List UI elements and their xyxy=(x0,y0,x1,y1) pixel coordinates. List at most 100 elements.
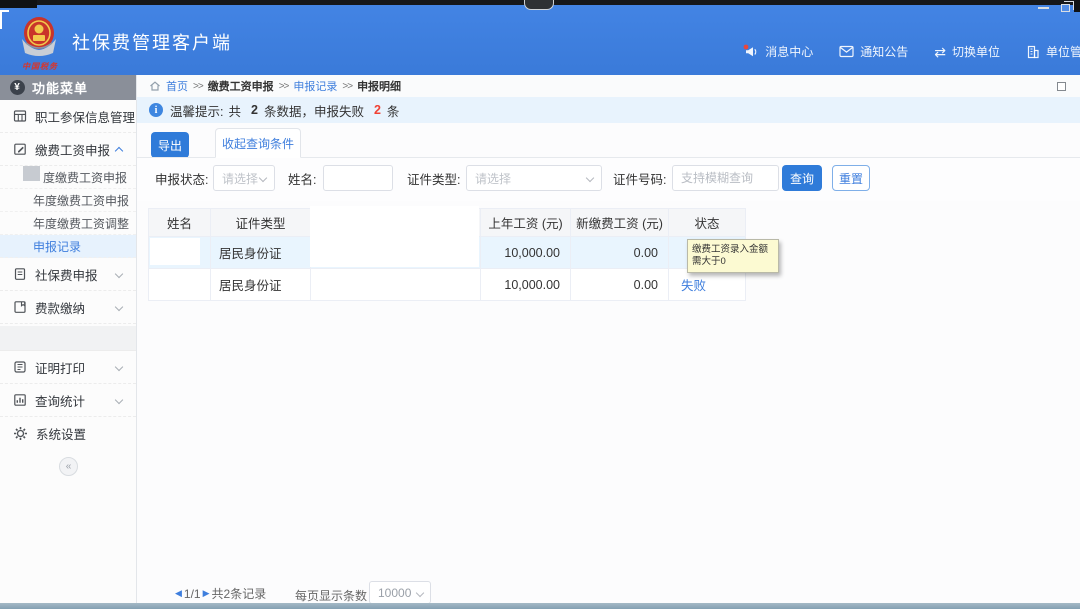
chevron-down-icon xyxy=(114,362,124,372)
sidebar-subitem-annual-salary-adjustment[interactable]: 年度缴费工资调整 xyxy=(0,212,136,235)
notice-bar: i 温馨提示: 共 2 条数据，申报失败 2 条 xyxy=(137,97,1080,123)
notice-bulletin-button[interactable]: 通知公告 xyxy=(839,43,908,60)
switch-unit-label: 切换单位 xyxy=(951,45,1000,59)
sidebar-item-certificate-printing[interactable]: 证明打印 xyxy=(0,351,136,384)
expand-icon[interactable] xyxy=(1057,82,1066,91)
screen-artifact-topright xyxy=(1074,0,1080,12)
breadcrumb-separator: >> xyxy=(193,80,204,92)
message-center-button[interactable]: 消息中心 xyxy=(743,43,813,60)
col-header-cert-type: 证件类型 xyxy=(210,208,311,237)
status-select[interactable]: 请选择 xyxy=(213,165,275,191)
chevron-down-icon xyxy=(415,588,425,598)
fail-status-link[interactable]: 失败 xyxy=(681,279,706,293)
table-row[interactable]: 居民身份证 10,000.00 0.00 失败 xyxy=(148,268,746,301)
name-input[interactable] xyxy=(323,165,393,191)
notice-bulletin-label: 通知公告 xyxy=(860,45,909,59)
gear-icon xyxy=(14,427,27,440)
next-page-icon[interactable]: ▶ xyxy=(203,588,210,599)
breadcrumb-home[interactable]: 首页 xyxy=(166,78,188,94)
sidebar-item-system-settings[interactable]: 系统设置 xyxy=(0,417,136,450)
sidebar-item-social-insurance-declaration[interactable]: 社保费申报 xyxy=(0,258,136,291)
breadcrumb-declaration-detail: 申报明细 xyxy=(357,81,402,93)
status-filter-label: 申报状态: xyxy=(155,172,209,187)
pagination-info: ◀ 1/1 ▶ 共2条记录 xyxy=(175,585,266,602)
reset-button[interactable]: 重置 xyxy=(832,165,870,191)
page-size-select[interactable]: 10000 xyxy=(369,581,431,604)
badge-dot xyxy=(743,44,749,50)
col-header-status: 状态 xyxy=(668,208,746,237)
redaction-box xyxy=(150,238,200,265)
cell-cert-type: 居民身份证 xyxy=(210,236,311,269)
yuan-circle-icon: ¥ xyxy=(10,80,25,95)
document-icon xyxy=(14,268,26,280)
status-tooltip: 缴费工资录入金额需大于0 xyxy=(687,239,779,273)
col-header-new-salary: 新缴费工资 (元) xyxy=(570,208,669,237)
sidebar-header: ¥ 功能菜单 xyxy=(0,75,136,100)
sidebar-title: 功能菜单 xyxy=(32,81,89,96)
notice-text-1: 共 xyxy=(228,104,241,119)
cell-status: 失败 xyxy=(668,268,746,301)
chevron-down-icon xyxy=(258,173,268,183)
cert-no-filter-label: 证件号码: xyxy=(613,172,667,187)
sidebar-item-label: 证明打印 xyxy=(35,361,86,376)
collapse-icon: « xyxy=(65,461,72,472)
notice-label: 温馨提示: xyxy=(170,104,224,119)
cert-type-select-value: 请选择 xyxy=(475,171,512,186)
cell-cert-no xyxy=(310,268,481,301)
message-center-label: 消息中心 xyxy=(765,45,814,59)
app-header: 中国税务 社保费管理客户端 消息中心 通知公告 ⇄ 切换单位 单位管 xyxy=(0,5,1080,75)
envelope-icon xyxy=(839,45,854,58)
restore-icon[interactable] xyxy=(1061,1,1074,12)
window-notch xyxy=(524,0,554,10)
notice-text-3: 条 xyxy=(386,104,400,119)
cert-type-filter-label: 证件类型: xyxy=(407,172,461,187)
megaphone-icon xyxy=(743,44,757,57)
header-actions: 消息中心 通知公告 ⇄ 切换单位 单位管理 xyxy=(743,43,1080,60)
chart-icon xyxy=(14,394,26,406)
notice-failed-count: 2 xyxy=(373,103,381,117)
breadcrumb: 首页 >> 缴费工资申报 >> 申报记录 >> 申报明细 xyxy=(137,75,1080,97)
notice-text-2: 条数据，申报失败 xyxy=(263,104,364,119)
sidebar-item-fee-payment[interactable]: 费款缴纳 xyxy=(0,291,136,324)
chevron-down-icon xyxy=(114,302,124,312)
sidebar-item-salary-declaration[interactable]: 缴费工资申报 xyxy=(0,133,136,166)
building-icon xyxy=(1027,45,1039,58)
sidebar-item-employee-insurance-info[interactable]: 职工参保信息管理 xyxy=(0,100,136,133)
sidebar-item-label: 职工参保信息管理 xyxy=(35,110,136,125)
collapse-query-tab[interactable]: 收起查询条件 xyxy=(215,128,301,158)
sidebar-subitem-label: 申报记录 xyxy=(33,239,82,254)
breadcrumb-declaration-records[interactable]: 申报记录 xyxy=(293,78,337,94)
breadcrumb-separator: >> xyxy=(278,80,290,92)
sidebar-subitem-label: 年度缴费工资申报 xyxy=(33,193,130,208)
tax-emblem-logo xyxy=(22,17,56,56)
cell-cert-type: 居民身份证 xyxy=(210,268,311,301)
chevron-down-icon xyxy=(114,395,124,405)
export-button[interactable]: 导出 xyxy=(151,132,189,158)
cell-prev-salary: 10,000.00 xyxy=(480,236,571,269)
window-controls xyxy=(1038,1,1074,12)
cert-no-input[interactable] xyxy=(672,165,779,191)
prev-page-icon[interactable]: ◀ xyxy=(175,588,182,599)
sidebar-subitem-monthly-salary-declaration[interactable]: 度缴费工资申报 xyxy=(0,165,136,189)
grid-icon xyxy=(13,110,27,122)
total-records: 共2条记录 xyxy=(211,587,267,601)
breadcrumb-separator: >> xyxy=(342,80,353,92)
sidebar-item-label: 社保费申报 xyxy=(35,268,98,283)
sidebar-item-query-statistics[interactable]: 查询统计 xyxy=(0,384,136,417)
unit-management-button[interactable]: 单位管理 xyxy=(1026,43,1080,60)
cert-type-select[interactable]: 请选择 xyxy=(466,165,602,191)
switch-unit-button[interactable]: ⇄ 切换单位 xyxy=(934,43,1000,60)
redaction-box xyxy=(310,206,479,267)
sidebar-item-label: 系统设置 xyxy=(36,428,87,442)
cell-new-salary: 0.00 xyxy=(570,236,669,269)
sidebar-collapse-button[interactable]: « xyxy=(59,457,78,476)
sidebar-subitem-annual-salary-declaration[interactable]: 年度缴费工资申报 xyxy=(0,189,136,212)
name-filter-label: 姓名: xyxy=(288,172,317,187)
col-header-name: 姓名 xyxy=(148,208,211,237)
sidebar-subitem-label: 年度缴费工资调整 xyxy=(33,216,130,231)
col-header-prev-salary: 上年工资 (元) xyxy=(480,208,571,237)
sidebar-subitem-declaration-records[interactable]: 申报记录 xyxy=(0,235,136,258)
screen-artifact-topleft xyxy=(0,0,37,8)
search-button[interactable]: 查询 xyxy=(782,165,822,191)
minimize-icon[interactable] xyxy=(1038,7,1049,9)
